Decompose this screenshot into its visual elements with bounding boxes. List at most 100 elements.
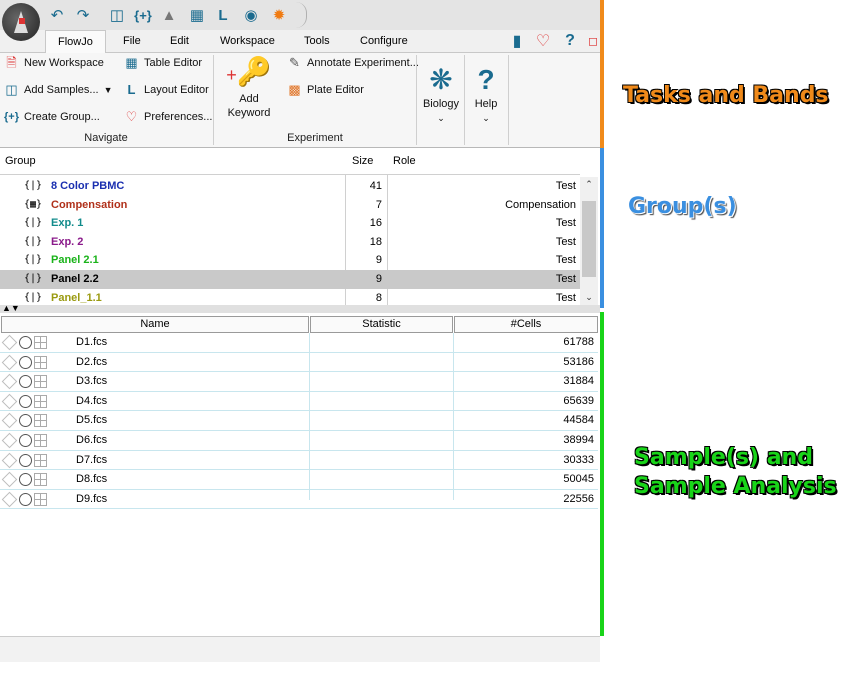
scroll-down-icon[interactable]: ⌄ xyxy=(580,292,598,303)
diamond-icon[interactable] xyxy=(1,393,18,410)
circle-icon[interactable] xyxy=(19,453,32,467)
diamond-icon[interactable] xyxy=(1,432,18,449)
sample-row[interactable]: D7.fcs 30333 xyxy=(0,451,598,471)
tab-tools[interactable]: Tools xyxy=(304,30,330,52)
add-keyword-button[interactable]: +🔑 Add Keyword xyxy=(224,55,274,120)
tab-file[interactable]: File xyxy=(123,30,141,52)
grid-icon[interactable] xyxy=(34,394,47,408)
cytometer-icon[interactable]: ◉ xyxy=(240,5,262,25)
size-column-header[interactable]: Size xyxy=(352,148,373,174)
group-row[interactable]: {|} Exp. 1 16 Test xyxy=(0,214,580,233)
sample-row[interactable]: D2.fcs 53186 xyxy=(0,353,598,373)
group-size: 41 xyxy=(369,180,382,192)
tab-flowjo[interactable]: FlowJo xyxy=(45,30,106,53)
new-workspace-button[interactable]: 🗎 New Workspace xyxy=(4,53,104,73)
circle-icon[interactable] xyxy=(19,492,32,506)
sample-row[interactable]: D8.fcs 50045 xyxy=(0,470,598,490)
group-size: 7 xyxy=(375,198,382,211)
bookmark-icon[interactable]: ▮ xyxy=(508,32,526,50)
sample-row[interactable]: D1.fcs 61788 xyxy=(0,333,598,353)
annotate-experiment-button[interactable]: ✎ Annotate Experiment... xyxy=(287,53,419,73)
group-scrollbar[interactable]: ⌃ ⌄ xyxy=(580,177,598,305)
group-icon: {▦} xyxy=(24,198,43,210)
sample-row[interactable]: D4.fcs 65639 xyxy=(0,392,598,412)
chevron-down-icon: ⌄ xyxy=(437,113,445,123)
tab-workspace[interactable]: Workspace xyxy=(220,30,275,52)
table-icon[interactable]: ▦ xyxy=(186,5,208,25)
cells-column-header[interactable]: #Cells xyxy=(454,316,598,333)
group-row[interactable]: {|} Panel 2.1 9 Test xyxy=(0,251,580,270)
menu-bar: FlowJo File Edit Workspace Tools Configu… xyxy=(0,30,600,53)
heart-icon: ♡ xyxy=(125,109,138,124)
grid-icon[interactable] xyxy=(34,433,47,447)
redo-icon[interactable]: ↷ xyxy=(72,5,94,25)
help-icon[interactable]: ? xyxy=(561,32,579,50)
samples-bar xyxy=(600,312,604,636)
group-column-header[interactable]: Group xyxy=(5,148,36,174)
diamond-icon[interactable] xyxy=(1,471,18,488)
status-bar xyxy=(0,636,600,662)
grid-icon[interactable] xyxy=(34,414,47,428)
group-row[interactable]: {|} Exp. 2 18 Test xyxy=(0,233,580,252)
sample-row[interactable]: D5.fcs 44584 xyxy=(0,411,598,431)
circle-icon[interactable] xyxy=(19,473,32,487)
group-row[interactable]: {|} 8 Color PBMC 41 Test xyxy=(0,177,580,196)
biology-button[interactable]: ❋ Biology ⌄ xyxy=(420,63,462,125)
layout-editor-button[interactable]: L Layout Editor xyxy=(124,80,209,100)
flowjo-logo-icon[interactable] xyxy=(2,3,40,41)
scroll-thumb[interactable] xyxy=(582,201,596,277)
circle-icon[interactable] xyxy=(19,433,32,447)
diamond-icon[interactable] xyxy=(1,373,18,390)
undo-icon[interactable]: ↶ xyxy=(46,5,68,25)
pane-splitter[interactable]: ▲▼ xyxy=(0,303,600,313)
grid-icon[interactable] xyxy=(34,453,47,467)
circle-icon[interactable] xyxy=(19,414,32,428)
table-icon: ▦ xyxy=(125,55,138,70)
tab-edit[interactable]: Edit xyxy=(170,30,189,52)
help-button[interactable]: ? Help ⌄ xyxy=(468,63,504,125)
plate-editor-label: Plate Editor xyxy=(307,84,364,96)
navigate-group-label: Navigate xyxy=(84,132,128,144)
group-row[interactable]: {▦} Compensation 7 Compensation xyxy=(0,196,580,215)
split-arrows-icon[interactable]: ▲▼ xyxy=(2,303,20,313)
table-editor-button[interactable]: ▦ Table Editor xyxy=(124,53,202,73)
grid-icon[interactable] xyxy=(34,492,47,506)
preferences-button[interactable]: ♡ Preferences... xyxy=(124,107,213,127)
create-group-button[interactable]: {+} Create Group... xyxy=(4,107,100,127)
sample-row[interactable]: D3.fcs 31884 xyxy=(0,372,598,392)
group-row[interactable]: {|} Panel 2.2 9 Test xyxy=(0,269,580,289)
layout-icon[interactable]: L xyxy=(212,5,234,25)
new-window-icon[interactable]: ◻ xyxy=(584,32,600,50)
tab-configure[interactable]: Configure xyxy=(360,30,408,52)
circle-icon[interactable] xyxy=(19,375,32,389)
circle-icon[interactable] xyxy=(19,355,32,369)
grid-icon[interactable] xyxy=(34,355,47,369)
compensation-icon[interactable]: ◫ xyxy=(106,5,128,25)
groups-bar xyxy=(600,148,604,308)
sample-row[interactable]: D6.fcs 38994 xyxy=(0,431,598,451)
sample-row[interactable]: D9.fcs 22556 xyxy=(0,490,598,510)
diamond-icon[interactable] xyxy=(1,452,18,468)
circle-icon[interactable] xyxy=(19,336,32,349)
diamond-icon[interactable] xyxy=(1,354,18,370)
group-size: 9 xyxy=(375,254,382,267)
plugin-icon[interactable]: ✹ xyxy=(268,5,290,25)
statistic-column-header[interactable]: Statistic xyxy=(310,316,453,333)
name-column-header[interactable]: Name xyxy=(1,316,309,333)
heart-icon[interactable]: ♡ xyxy=(534,32,552,50)
diamond-icon[interactable] xyxy=(1,334,18,351)
grid-icon[interactable] xyxy=(34,375,47,389)
scroll-up-icon[interactable]: ⌃ xyxy=(580,179,598,190)
add-samples-button[interactable]: ◫ Add Samples... ▼ xyxy=(4,80,112,100)
toolbar-end xyxy=(296,2,307,28)
grid-icon[interactable] xyxy=(34,336,47,349)
grid-icon[interactable] xyxy=(34,473,47,487)
diamond-icon[interactable] xyxy=(1,491,18,508)
group-icon[interactable]: {+} xyxy=(132,5,154,25)
quick-access-toolbar: ↶ ↷ ◫ {+} ▲ ▦ L ◉ ✹ xyxy=(0,0,600,41)
diamond-icon[interactable] xyxy=(1,413,18,429)
role-column-header[interactable]: Role xyxy=(393,148,416,174)
circle-icon[interactable] xyxy=(19,394,32,408)
plate-editor-button[interactable]: ▩ Plate Editor xyxy=(287,80,364,100)
histogram-icon[interactable]: ▲ xyxy=(158,5,180,25)
